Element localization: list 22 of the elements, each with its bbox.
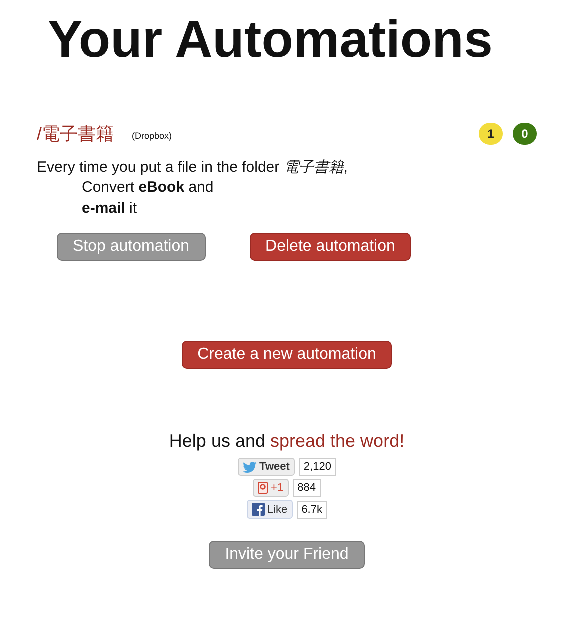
action-text: Convert eBook and: [82, 178, 215, 198]
action-text: e-mail it: [82, 199, 138, 219]
google-button[interactable]: +1: [253, 479, 289, 497]
delete-button[interactable]: Delete automation: [250, 233, 412, 261]
count-badge: 1: [479, 123, 503, 145]
share-count: 884: [292, 479, 321, 497]
share-count: 2,120: [298, 458, 336, 476]
twitter-button[interactable]: Tweet: [238, 458, 295, 476]
page-title: Your Automations: [48, 10, 494, 71]
facebook-icon: [252, 503, 264, 516]
share-text: Help us and: [169, 431, 266, 452]
trigger-text: Every time you put a file in the folder 電子書籍,: [37, 158, 349, 177]
bird-icon: [242, 462, 257, 472]
invite-button[interactable]: Invite your Friend: [209, 541, 365, 569]
service-name: (Dropbox): [132, 131, 172, 141]
share-count: 6.7k: [296, 500, 328, 518]
count-badge: 0: [513, 123, 537, 145]
create-button[interactable]: Create a new automation: [182, 341, 392, 369]
share-link[interactable]: spread the word!: [270, 431, 405, 452]
facebook-button[interactable]: Like: [246, 500, 293, 519]
stop-button[interactable]: Stop automation: [57, 233, 206, 261]
folder-name: /電子書籍: [37, 123, 114, 146]
